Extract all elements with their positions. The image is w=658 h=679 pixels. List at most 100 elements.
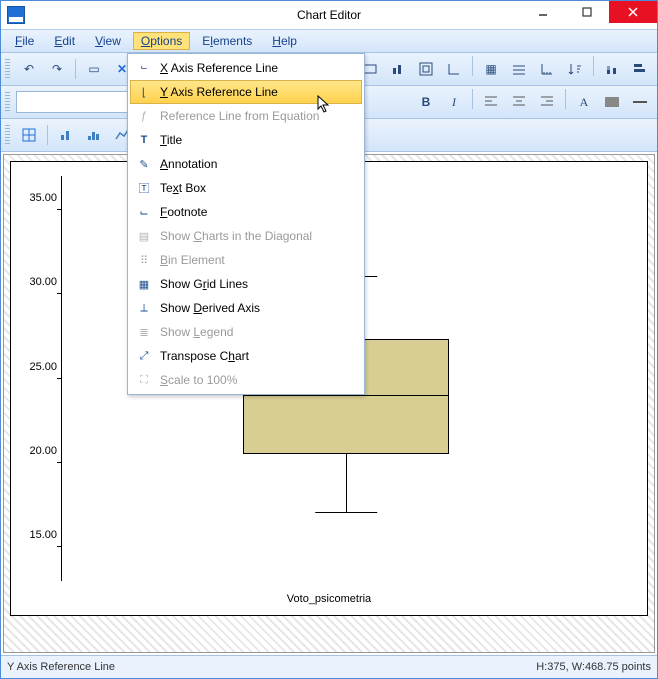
- x-axis-label: Voto_psicometria: [11, 593, 647, 605]
- maximize-button[interactable]: [565, 1, 609, 23]
- menu-x-axis-ref-line[interactable]: X Axis Reference Line: [130, 56, 362, 80]
- menu-ref-line-equation: ƒ Reference Line from Equation: [130, 104, 362, 128]
- separator: [472, 89, 473, 109]
- legend-icon: [136, 324, 152, 340]
- transpose-icon: [136, 348, 152, 364]
- undo-button[interactable]: [16, 56, 42, 82]
- chart-tools-2-button[interactable]: [385, 56, 411, 82]
- hbar-icon: [632, 61, 648, 77]
- separator: [565, 89, 566, 109]
- menu-footnote[interactable]: Footnote: [130, 200, 362, 224]
- chart-tools-8-button[interactable]: [562, 56, 588, 82]
- menu-file[interactable]: File: [7, 32, 42, 50]
- align-center-icon: [512, 95, 526, 109]
- menu-show-legend: Show Legend: [130, 320, 362, 344]
- bars-icon: [390, 61, 406, 77]
- stack-icon: [604, 61, 620, 77]
- redo-button[interactable]: [44, 56, 70, 82]
- grid2-icon: [511, 61, 527, 77]
- menu-text-box[interactable]: 🅃 Text Box: [130, 176, 362, 200]
- menu-annotation[interactable]: Annotation: [130, 152, 362, 176]
- chart-editor-window: Chart Editor File Edit View Options Elem…: [0, 0, 658, 679]
- font-color-button[interactable]: A: [571, 89, 597, 115]
- title-icon: [136, 132, 152, 148]
- diagonal-icon: [136, 228, 152, 244]
- data-region-button[interactable]: [16, 122, 42, 148]
- separator: [593, 56, 594, 76]
- align-right-icon: [540, 95, 554, 109]
- chart-tools-4-button[interactable]: [441, 56, 467, 82]
- properties-button[interactable]: [81, 56, 107, 82]
- align-left-button[interactable]: [478, 89, 504, 115]
- y-tick-label: 20.00: [17, 445, 57, 457]
- bin-icon: [136, 252, 152, 268]
- menu-bin-element: Bin Element: [130, 248, 362, 272]
- menu-elements[interactable]: Elements: [194, 32, 260, 50]
- crosshair-icon: [21, 127, 37, 143]
- minimize-icon: [538, 7, 548, 17]
- separator: [75, 59, 76, 79]
- bold-button[interactable]: B: [413, 89, 439, 115]
- axes-icon: [446, 61, 462, 77]
- menu-transpose-chart[interactable]: Transpose Chart: [130, 344, 362, 368]
- menu-options[interactable]: Options: [133, 32, 190, 50]
- menu-y-axis-ref-line[interactable]: Y Axis Reference Line: [130, 80, 362, 104]
- toolbar-grip-icon: [5, 92, 10, 112]
- minimize-button[interactable]: [521, 1, 565, 23]
- chart-tools-3-button[interactable]: [413, 56, 439, 82]
- y-tick-mark: [57, 378, 61, 379]
- line-icon: [632, 97, 648, 107]
- maximize-icon: [582, 7, 592, 17]
- y-tick-mark: [57, 462, 61, 463]
- toolbar-grip-icon: [5, 125, 10, 145]
- status-bar: Y Axis Reference Line H:375, W:468.75 po…: [1, 655, 657, 678]
- whisker-cap-lower: [315, 512, 377, 513]
- menu-bar: File Edit View Options Elements Help: [1, 29, 657, 53]
- align-left-icon: [484, 95, 498, 109]
- align-center-button[interactable]: [506, 89, 532, 115]
- fill-color-button[interactable]: [599, 89, 625, 115]
- line-style-button[interactable]: [627, 89, 653, 115]
- y-tick-mark: [57, 293, 61, 294]
- close-button[interactable]: [609, 1, 657, 23]
- close-icon: [628, 7, 638, 17]
- annotation-icon: [136, 156, 152, 172]
- menu-show-grid-lines[interactable]: Show Grid Lines: [130, 272, 362, 296]
- grid-button[interactable]: [478, 56, 504, 82]
- title-bar: Chart Editor: [1, 1, 657, 29]
- menu-help[interactable]: Help: [264, 32, 305, 50]
- menu-charts-in-diagonal: Show Charts in the Diagonal: [130, 224, 362, 248]
- bar-chart-button[interactable]: [53, 122, 79, 148]
- chart-tools-7-button[interactable]: [534, 56, 560, 82]
- toolbar-grip-icon: [5, 59, 10, 79]
- menu-edit[interactable]: Edit: [46, 32, 83, 50]
- grid-icon: [136, 276, 152, 292]
- y-tick-mark: [57, 546, 61, 547]
- italic-button[interactable]: I: [441, 89, 467, 115]
- y-tick-label: 15.00: [17, 529, 57, 541]
- menu-title[interactable]: Title: [130, 128, 362, 152]
- status-left: Y Axis Reference Line: [7, 661, 115, 673]
- eq-ref-icon: ƒ: [136, 108, 152, 124]
- y-axis-line: [61, 176, 62, 581]
- ruler-icon: [539, 61, 555, 77]
- menu-scale-to-100: Scale to 100%: [130, 368, 362, 392]
- sort-icon: [567, 61, 583, 77]
- chart-tools-6-button[interactable]: [506, 56, 532, 82]
- options-dropdown: X Axis Reference Line Y Axis Reference L…: [127, 53, 365, 395]
- y-ref-line-icon: [136, 84, 152, 100]
- menu-view[interactable]: View: [87, 32, 129, 50]
- chart-tools-9-button[interactable]: [599, 56, 625, 82]
- menu-show-derived-axis[interactable]: Show Derived Axis: [130, 296, 362, 320]
- derived-axis-icon: [136, 300, 152, 316]
- y-tick-mark: [57, 209, 61, 210]
- x-ref-line-icon: [136, 60, 152, 76]
- separator: [472, 56, 473, 76]
- align-right-button[interactable]: [534, 89, 560, 115]
- font-name-input[interactable]: [16, 91, 138, 113]
- y-tick-label: 25.00: [17, 361, 57, 373]
- y-tick-label: 35.00: [17, 192, 57, 204]
- hist-icon: [86, 127, 102, 143]
- chart-tools-10-button[interactable]: [627, 56, 653, 82]
- histogram-button[interactable]: [81, 122, 107, 148]
